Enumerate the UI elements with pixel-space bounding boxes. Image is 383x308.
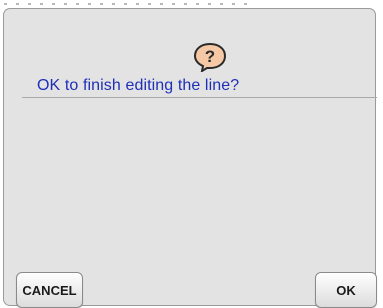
top-strip-marks: [4, 3, 254, 5]
svg-text:?: ?: [205, 47, 215, 66]
screen: ? OK to finish editing the line? CANCEL …: [0, 0, 383, 308]
question-bubble-icon: ?: [193, 42, 227, 72]
message-divider: [22, 97, 377, 98]
cancel-button[interactable]: CANCEL: [16, 272, 83, 308]
confirm-dialog: ? OK to finish editing the line? CANCEL …: [3, 8, 377, 308]
confirmation-message: OK to finish editing the line?: [37, 77, 240, 94]
ok-button[interactable]: OK: [315, 272, 377, 308]
top-strip: [0, 0, 383, 8]
